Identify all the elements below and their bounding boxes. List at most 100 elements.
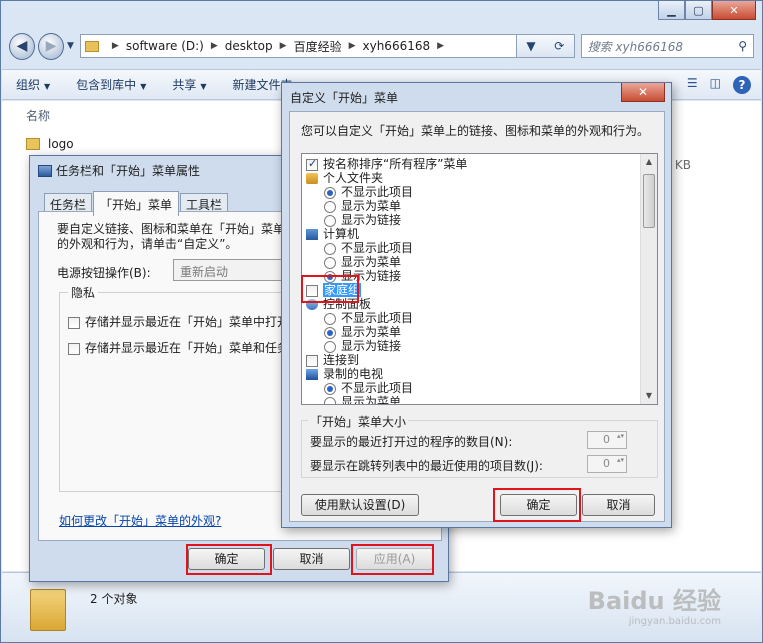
forward-button[interactable]: ▶ <box>38 32 64 60</box>
tree-option-radio[interactable]: 显示为菜单 <box>324 395 401 404</box>
back-button[interactable]: ◀ <box>9 32 35 60</box>
details-pane: 2 个对象 Baidu 经验 jingyan.baidu.com <box>2 572 761 642</box>
radio[interactable] <box>324 256 336 269</box>
privacy-option-label: 存储并显示最近在「开始」菜单和任务 <box>85 341 290 355</box>
folder-icon <box>84 40 99 52</box>
include-in-library-menu[interactable]: 包含到库中 ▼ <box>76 76 146 93</box>
use-default-settings-button[interactable]: 使用默认设置(D) <box>301 494 419 516</box>
breadcrumb-baidu[interactable]: 百度经验 <box>294 38 342 55</box>
help-link[interactable]: 如何更改「开始」菜单的外观? <box>59 512 221 529</box>
tree-option-radio[interactable]: 显示为链接 <box>324 269 401 283</box>
radio[interactable] <box>324 396 336 404</box>
tree-option-connect[interactable]: 连接到 <box>306 353 359 367</box>
options-tree: 按名称排序“所有程序”菜单 个人文件夹 不显示此项目 显示为菜单 显示为链接 计… <box>301 153 658 405</box>
refresh-icon[interactable]: ⟳ <box>554 39 564 53</box>
radio[interactable] <box>324 200 336 213</box>
privacy-option-programs[interactable]: 存储并显示最近在「开始」菜单中打开 <box>68 313 289 330</box>
chevron-right-icon[interactable]: ▶ <box>437 41 444 51</box>
search-input[interactable]: 搜索 xyh666168 ⚲ <box>580 34 754 58</box>
dialog-body: 您可以自定义「开始」菜单上的链接、图标和菜单的外观和行为。 按名称排序“所有程序… <box>289 111 665 522</box>
radio[interactable] <box>324 242 336 255</box>
checkbox[interactable] <box>68 342 80 355</box>
tab-start-menu[interactable]: 「开始」菜单 <box>93 191 180 216</box>
file-name: logo <box>48 137 74 151</box>
option-label: 显示为菜单 <box>341 325 402 339</box>
option-label: 按名称排序“所有程序”菜单 <box>323 157 468 171</box>
maximize-icon[interactable]: ▢ <box>685 1 712 20</box>
tree-option-radio[interactable]: 显示为链接 <box>324 339 401 353</box>
share-menu[interactable]: 共享 ▼ <box>172 76 206 93</box>
apply-button[interactable]: 应用(A) <box>356 548 433 570</box>
ok-button[interactable]: 确定 <box>188 548 265 570</box>
list-item[interactable]: logo <box>26 137 74 151</box>
option-label: 显示为链接 <box>341 269 402 283</box>
address-bar[interactable]: ▶ software (D:) ▶ desktop ▶ 百度经验 ▶ xyh66… <box>79 34 517 58</box>
tree-option-radio[interactable]: 不显示此项目 <box>324 381 413 395</box>
radio[interactable] <box>324 312 336 325</box>
organize-menu[interactable]: 组织 ▼ <box>16 76 50 93</box>
radio[interactable] <box>324 186 336 199</box>
tree-option-radio[interactable]: 不显示此项目 <box>324 185 413 199</box>
breadcrumb-desktop[interactable]: desktop <box>225 39 273 53</box>
column-header-name[interactable]: 名称 <box>26 107 50 124</box>
tree-option-radio[interactable]: 显示为菜单 <box>324 325 401 339</box>
scroll-thumb[interactable] <box>643 174 655 228</box>
option-label: 家庭组 <box>323 283 362 297</box>
minimize-icon[interactable]: ▁ <box>658 1 685 20</box>
chevron-right-icon[interactable]: ▶ <box>349 41 356 51</box>
tree-group-recorded-tv: 录制的电视 <box>306 367 383 381</box>
checkbox[interactable] <box>306 354 318 367</box>
ok-button[interactable]: 确定 <box>500 494 577 516</box>
option-label: 不显示此项目 <box>341 311 414 325</box>
help-icon[interactable]: ? <box>733 76 751 94</box>
customize-start-menu-dialog: 自定义「开始」菜单 ✕ 您可以自定义「开始」菜单上的链接、图标和菜单的外观和行为… <box>281 82 672 528</box>
jump-list-stepper[interactable]: 0 <box>587 455 627 473</box>
tree-option-radio[interactable]: 显示为菜单 <box>324 199 401 213</box>
radio[interactable] <box>324 340 336 353</box>
recent-programs-label: 要显示的最近打开过的程序的数目(N): <box>310 435 513 449</box>
tree-option-radio[interactable]: 显示为菜单 <box>324 255 401 269</box>
search-icon[interactable]: ⚲ <box>738 39 747 53</box>
close-icon[interactable]: ✕ <box>621 83 665 102</box>
chevron-right-icon[interactable]: ▶ <box>280 41 287 51</box>
cancel-button[interactable]: 取消 <box>582 494 655 516</box>
tree-group-personal: 个人文件夹 <box>306 171 383 185</box>
privacy-option-items[interactable]: 存储并显示最近在「开始」菜单和任务 <box>68 339 289 356</box>
checkbox[interactable] <box>68 316 80 329</box>
radio[interactable] <box>324 326 336 339</box>
tree-group-computer: 计算机 <box>306 227 359 241</box>
radio[interactable] <box>324 382 336 395</box>
group-label: 计算机 <box>323 227 360 241</box>
window-caption-buttons: ▁ ▢ ✕ <box>658 1 756 20</box>
view-options-icon[interactable]: ☰ <box>687 76 698 94</box>
power-button-select[interactable]: 重新启动 <box>173 259 293 281</box>
radio[interactable] <box>324 214 336 227</box>
breadcrumb-drive[interactable]: software (D:) <box>126 39 204 53</box>
scroll-down-icon[interactable]: ▼ <box>641 388 657 404</box>
tree-scrollbar[interactable]: ▲ ▼ <box>640 154 657 404</box>
breadcrumb-current[interactable]: xyh666168 <box>363 39 431 53</box>
tree-option-sort[interactable]: 按名称排序“所有程序”菜单 <box>306 157 467 171</box>
close-icon[interactable]: ✕ <box>712 1 756 20</box>
checkbox[interactable] <box>306 157 318 171</box>
recent-pages-dropdown-icon[interactable]: ▼ <box>67 41 74 51</box>
radio[interactable] <box>324 270 336 283</box>
option-label: 不显示此项目 <box>341 241 414 255</box>
tree-option-radio[interactable]: 不显示此项目 <box>324 241 413 255</box>
tree-option-homegroup[interactable]: 家庭组 <box>306 283 362 297</box>
checkbox[interactable] <box>306 284 318 297</box>
option-label: 显示为菜单 <box>341 255 402 269</box>
cancel-button[interactable]: 取消 <box>273 548 350 570</box>
scroll-up-icon[interactable]: ▲ <box>641 154 657 170</box>
tree-option-radio[interactable]: 不显示此项目 <box>324 311 413 325</box>
dialog-description: 您可以自定义「开始」菜单上的链接、图标和菜单的外观和行为。 <box>301 124 650 138</box>
tree-option-radio[interactable]: 显示为链接 <box>324 213 401 227</box>
watermark-subtext: jingyan.baidu.com <box>628 616 721 627</box>
preview-pane-icon[interactable]: ◫ <box>710 76 721 94</box>
option-label: 连接到 <box>323 353 360 367</box>
chevron-right-icon[interactable]: ▶ <box>211 41 218 51</box>
tree-group-control-panel: 控制面板 <box>306 297 371 311</box>
history-dropdown-icon[interactable]: ▼ <box>526 39 535 53</box>
chevron-right-icon[interactable]: ▶ <box>112 41 119 51</box>
recent-programs-stepper[interactable]: 0 <box>587 431 627 449</box>
